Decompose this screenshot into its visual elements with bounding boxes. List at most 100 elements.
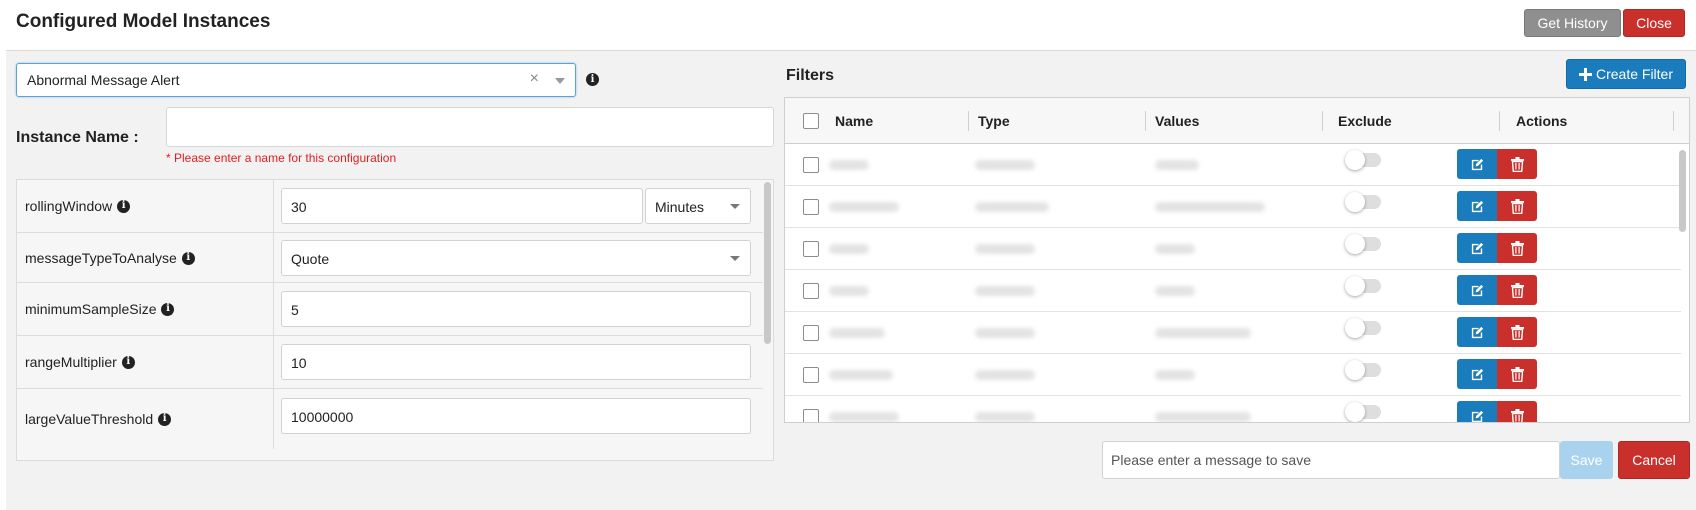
rolling-window-input[interactable]: 30 bbox=[281, 188, 643, 224]
param-name: rollingWindow i bbox=[25, 198, 131, 214]
get-history-button[interactable]: Get History bbox=[1524, 9, 1621, 37]
column-separator bbox=[1322, 111, 1323, 131]
table-row[interactable] bbox=[785, 354, 1681, 396]
table-row[interactable] bbox=[785, 270, 1681, 312]
delete-filter-button[interactable] bbox=[1497, 191, 1537, 221]
dialog-header: Configured Model Instances Get History C… bbox=[0, 0, 1696, 48]
edit-filter-button[interactable] bbox=[1457, 191, 1497, 221]
table-row[interactable] bbox=[785, 396, 1681, 422]
model-select[interactable]: Abnormal Message Alert × bbox=[16, 63, 576, 97]
edit-filter-button[interactable] bbox=[1457, 149, 1497, 179]
param-name: rangeMultiplier i bbox=[25, 354, 135, 370]
create-filter-button[interactable]: Create Filter bbox=[1566, 59, 1686, 89]
row-checkbox[interactable] bbox=[803, 241, 819, 257]
row-checkbox[interactable] bbox=[803, 409, 819, 422]
param-divider bbox=[273, 180, 274, 232]
exclude-toggle[interactable] bbox=[1345, 150, 1381, 170]
edit-filter-button[interactable] bbox=[1457, 233, 1497, 263]
redacted-name bbox=[829, 160, 869, 170]
edit-icon bbox=[1471, 242, 1483, 254]
rolling-window-unit-select[interactable]: Minutes bbox=[645, 188, 751, 224]
redacted-values bbox=[1155, 328, 1251, 338]
row-checkbox[interactable] bbox=[803, 283, 819, 299]
column-header-actions[interactable]: Actions bbox=[1516, 113, 1567, 129]
redacted-values bbox=[1155, 370, 1195, 380]
table-row[interactable] bbox=[785, 144, 1681, 186]
toggle-knob bbox=[1345, 234, 1365, 254]
edit-icon bbox=[1471, 368, 1483, 380]
table-row[interactable] bbox=[785, 312, 1681, 354]
column-header-name[interactable]: Name bbox=[835, 113, 873, 129]
select-all-checkbox[interactable] bbox=[803, 113, 819, 129]
chevron-down-icon bbox=[730, 256, 740, 261]
redacted-name bbox=[829, 286, 869, 296]
delete-filter-button[interactable] bbox=[1497, 359, 1537, 389]
filters-title: Filters bbox=[786, 67, 835, 84]
redacted-values bbox=[1155, 286, 1195, 296]
save-button[interactable]: Save bbox=[1560, 441, 1613, 479]
save-message-input[interactable] bbox=[1102, 441, 1560, 479]
column-header-type[interactable]: Type bbox=[978, 113, 1010, 129]
row-checkbox[interactable] bbox=[803, 199, 819, 215]
configured-model-instances-dialog: Configured Model Instances Get History C… bbox=[0, 0, 1696, 510]
redacted-type bbox=[975, 328, 1035, 338]
column-header-exclude[interactable]: Exclude bbox=[1338, 113, 1392, 129]
exclude-toggle[interactable] bbox=[1345, 402, 1381, 422]
filters-table: Name Type Values Exclude Actions bbox=[784, 97, 1690, 423]
info-icon[interactable]: i bbox=[158, 412, 172, 426]
clear-selection-icon[interactable]: × bbox=[530, 70, 539, 88]
minimum-sample-size-input[interactable]: 5 bbox=[281, 291, 751, 327]
trash-icon bbox=[1510, 366, 1524, 382]
edit-filter-button[interactable] bbox=[1457, 275, 1497, 305]
row-checkbox[interactable] bbox=[803, 367, 819, 383]
toggle-knob bbox=[1345, 360, 1365, 380]
edit-filter-button[interactable] bbox=[1457, 359, 1497, 389]
info-icon[interactable]: i bbox=[117, 199, 131, 213]
table-row[interactable] bbox=[785, 228, 1681, 270]
param-label: minimumSampleSize bbox=[25, 301, 157, 317]
info-icon[interactable]: i bbox=[161, 302, 175, 316]
chevron-down-icon[interactable] bbox=[555, 78, 565, 84]
info-icon[interactable]: i bbox=[586, 73, 599, 86]
table-row[interactable] bbox=[785, 186, 1681, 228]
exclude-toggle[interactable] bbox=[1345, 318, 1381, 338]
column-header-values[interactable]: Values bbox=[1155, 113, 1199, 129]
delete-filter-button[interactable] bbox=[1497, 275, 1537, 305]
exclude-toggle[interactable] bbox=[1345, 360, 1381, 380]
redacted-type bbox=[975, 370, 1035, 380]
info-icon[interactable]: i bbox=[121, 355, 135, 369]
filters-table-scrollbar[interactable] bbox=[1679, 150, 1686, 232]
instance-name-input[interactable] bbox=[166, 107, 774, 147]
row-checkbox[interactable] bbox=[803, 325, 819, 341]
cancel-button[interactable]: Cancel bbox=[1618, 441, 1690, 479]
exclude-toggle[interactable] bbox=[1345, 234, 1381, 254]
edit-filter-button[interactable] bbox=[1457, 401, 1497, 422]
delete-filter-button[interactable] bbox=[1497, 233, 1537, 263]
exclude-toggle[interactable] bbox=[1345, 192, 1381, 212]
delete-filter-button[interactable] bbox=[1497, 149, 1537, 179]
filters-table-header: Name Type Values Exclude Actions bbox=[785, 98, 1689, 144]
info-icon[interactable]: i bbox=[181, 251, 195, 265]
message-type-select[interactable]: Quote bbox=[281, 240, 751, 276]
redacted-type bbox=[975, 202, 1049, 212]
param-row-min-sample: minimumSampleSize i 5 bbox=[17, 283, 763, 336]
exclude-toggle[interactable] bbox=[1345, 276, 1381, 296]
edit-icon bbox=[1471, 200, 1483, 212]
chevron-down-icon bbox=[730, 204, 740, 209]
row-checkbox[interactable] bbox=[803, 157, 819, 173]
redacted-type bbox=[975, 286, 1035, 296]
edit-filter-button[interactable] bbox=[1457, 317, 1497, 347]
delete-filter-button[interactable] bbox=[1497, 401, 1537, 422]
range-multiplier-input[interactable]: 10 bbox=[281, 344, 751, 380]
redacted-values bbox=[1155, 244, 1195, 254]
param-label: messageTypeToAnalyse bbox=[25, 250, 177, 266]
param-label: rollingWindow bbox=[25, 198, 113, 214]
delete-filter-button[interactable] bbox=[1497, 317, 1537, 347]
close-button[interactable]: Close bbox=[1623, 9, 1685, 37]
parameters-scrollbar[interactable] bbox=[764, 182, 771, 344]
large-value-threshold-input[interactable]: 10000000 bbox=[281, 398, 751, 434]
param-divider bbox=[273, 283, 274, 335]
redacted-name bbox=[829, 370, 893, 380]
redacted-values bbox=[1155, 412, 1251, 422]
parameters-table: rollingWindow i 30 Minutes messageTypeTo… bbox=[16, 179, 774, 461]
